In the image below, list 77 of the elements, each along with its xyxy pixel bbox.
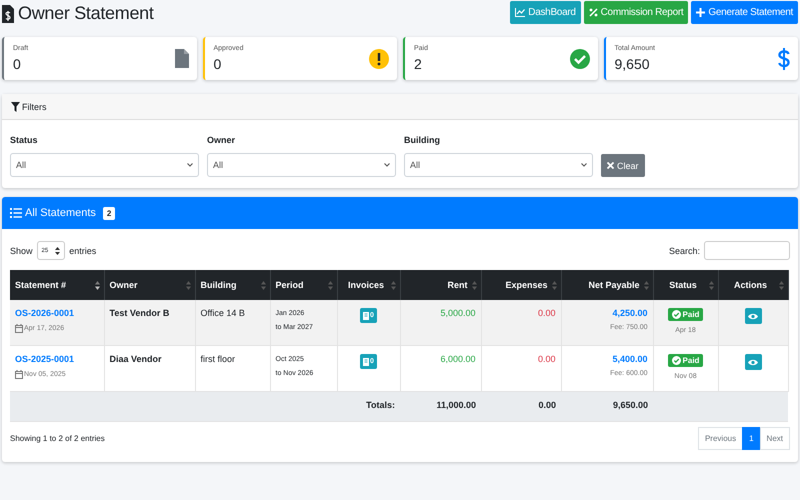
filter-select[interactable]: All [404,153,593,177]
column-header[interactable]: Period [270,270,337,300]
percent-icon [588,8,598,17]
calendar-icon [15,370,23,379]
filter-label: Status [10,135,39,145]
check-circle-icon [672,356,681,365]
column-header[interactable]: Expenses [481,270,561,300]
clear-button[interactable]: Clear [601,154,645,177]
pagination-button[interactable]: 1 [742,427,761,450]
check-circle-icon [672,310,681,319]
page-title: Owner Statement [18,3,154,24]
column-header[interactable]: Building [195,270,270,300]
file-icon [174,49,188,68]
filter-label: Owner [207,135,236,145]
statement-link[interactable]: OS-2025-0001 [15,354,74,364]
total-amount: 11,000.00 [436,400,476,410]
column-header[interactable]: Status [653,270,718,300]
column-header[interactable]: Owner [104,270,195,300]
building-name: Office 14 B [200,308,245,318]
book-icon [363,312,370,320]
close-icon [607,162,614,169]
expenses-amount: 0.00 [538,354,556,364]
pagination-button[interactable]: Next [760,427,790,450]
book-icon [363,358,370,366]
total-amount: 9,650.00 [612,400,648,410]
filters-title: Filters [22,102,46,112]
stat-value: 0 [214,56,222,72]
column-header[interactable]: Net Payable [561,270,653,300]
entries-info: Showing 1 to 2 of 2 entries [10,434,105,443]
search-label: Search: [668,246,700,256]
column-header[interactable]: Rent [400,270,481,300]
column-header[interactable]: Statement # [10,270,104,300]
dollar-icon [778,48,790,70]
search-field[interactable] [704,241,790,260]
calendar-icon [15,324,23,333]
check-circle-icon [570,48,590,68]
caret-icon [581,163,587,167]
total-amount: 0.00 [538,400,556,410]
filter-label: Building [404,135,441,145]
pagination-button[interactable]: Previous [698,427,744,450]
eye-icon [748,358,758,366]
status-badge: Paid [668,308,704,321]
owner-name: Diaa Vendor [110,354,162,364]
statement-link[interactable]: OS-2026-0001 [15,308,74,318]
stat-value: 0 [13,56,22,72]
status-badge: Paid [668,354,704,367]
net-payable-amount: 5,400.00 [611,354,648,364]
count-badge: 2 [102,206,116,220]
column-header[interactable]: Invoices [337,270,400,300]
statements-title: All Statements [25,207,96,219]
view-button[interactable] [744,354,762,370]
column-header[interactable]: Actions [718,270,788,300]
caret-icon [384,163,390,167]
totals-label: Totals: [366,400,395,410]
view-button[interactable] [744,308,762,324]
rent-amount: 6,000.00 [440,354,476,364]
filter-icon [11,102,20,112]
building-name: first floor [200,354,236,364]
chart-icon [515,8,526,17]
plus-icon [696,8,706,17]
header-button[interactable]: Generate Statement [691,1,798,24]
stat-value: 2 [414,56,423,72]
filter-select[interactable]: All [207,153,396,177]
entries-label: entries [69,246,96,256]
stat-value: 9,650 [614,56,651,72]
expenses-amount: 0.00 [538,308,556,318]
rent-amount: 5,000.00 [440,308,476,318]
show-label: Show [10,246,33,256]
caret-icon [187,163,193,167]
document-icon [2,4,14,22]
eye-icon [748,312,758,320]
filter-select[interactable]: All [10,153,199,177]
net-payable-amount: 4,250.00 [611,308,648,318]
owner-name: Test Vendor B [110,308,170,318]
exclamation-icon [369,48,389,68]
sort-arrows-icon [55,246,60,254]
list-icon [10,208,22,218]
